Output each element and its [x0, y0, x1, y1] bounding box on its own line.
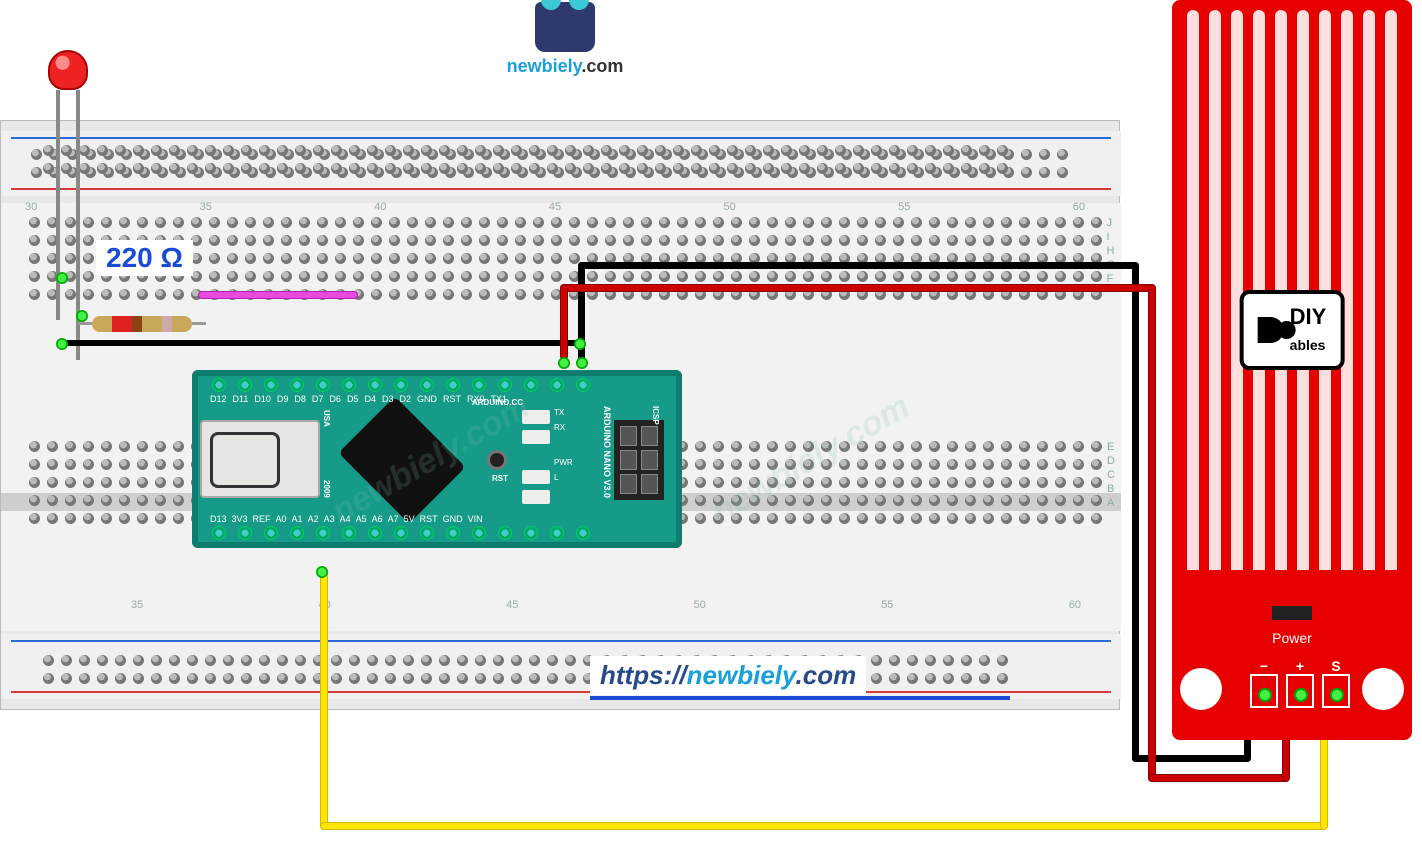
resistor-wire-left	[78, 322, 92, 325]
black-wire-to-sensor-v2	[1132, 262, 1139, 762]
red-wire-to-sensor-v1	[560, 284, 568, 360]
l-led-icon	[522, 490, 550, 504]
arduino-model-label: ARDUINO NANO V3.0	[602, 406, 612, 498]
sensor-brand-label: DIY ables	[1240, 290, 1345, 370]
icsp-label: ICSP	[651, 406, 660, 425]
logo-text-tld: .com	[581, 56, 623, 76]
owl-icon	[535, 2, 595, 52]
pwr-led-icon	[522, 470, 550, 484]
rx-led-icon	[522, 430, 550, 444]
endpoint	[56, 272, 68, 284]
col-numbers-bot: 35 40 45 50 55 60	[131, 599, 1081, 611]
bottom-pin-labels: D13 3V3 REF A0 A1 A2 A3 A4 A5 A6 A7 5V R…	[210, 514, 483, 524]
diyables-logo-icon	[1258, 317, 1284, 343]
logo-text-main: newbiely	[507, 56, 582, 76]
led-leg-anode	[56, 90, 60, 320]
led-bulb-icon	[48, 50, 88, 90]
nano-top-pins	[212, 378, 590, 392]
endpoint	[76, 310, 88, 322]
yellow-wire-h1	[320, 822, 1326, 830]
arduino-nano: ARDUINO.CC ARDUINO NANO V3.0 ICSP USA 20…	[192, 370, 682, 548]
usb-port-icon	[200, 420, 320, 498]
endpoint	[574, 338, 586, 350]
col-numbers-top: 30 35 40 45 50 55 60	[25, 201, 1085, 213]
row-letters-lower: E D C B A	[1107, 441, 1115, 509]
endpoint	[316, 566, 328, 578]
sensor-pad-signal: S	[1322, 674, 1350, 708]
reset-button[interactable]	[487, 450, 507, 470]
rst-btn-label: RST	[492, 474, 508, 483]
tx-led-icon	[522, 410, 550, 424]
red-wire-to-sensor-v2	[1148, 284, 1156, 782]
red-wire-to-sensor-h1	[560, 284, 1155, 292]
hole-grid-rail-top	[43, 145, 1012, 178]
sensor-pad-minus: −	[1250, 674, 1278, 708]
year-label: 2009	[322, 480, 331, 498]
hole-grid-rail-bot	[43, 655, 1012, 688]
red-wire-to-sensor-h2	[1148, 774, 1288, 782]
mcu-chip-icon	[338, 396, 465, 523]
sensor-power-label: Power	[1272, 630, 1312, 646]
resistor-220-ohm	[92, 316, 192, 332]
top-pin-labels: D12 D11 D10 D9 D8 D7 D6 D5 D4 D3 D2 GND …	[210, 394, 507, 404]
endpoint	[576, 357, 588, 369]
pink-jumper-wire	[198, 291, 358, 299]
black-wire-to-sensor-h1	[578, 262, 1138, 269]
yellow-wire-v1	[320, 570, 328, 830]
url-underline	[590, 696, 1010, 700]
resistor-wire-right	[192, 322, 206, 325]
black-wire-led-gnd	[60, 340, 580, 346]
sensor-pin-pads: − + S	[1250, 674, 1350, 708]
usa-label: USA	[322, 410, 331, 427]
site-logo: newbiely.com	[490, 2, 640, 77]
resistor-value-label: 220 Ω	[96, 240, 193, 276]
source-url[interactable]: https://newbiely.com	[590, 656, 866, 695]
icsp-header	[614, 420, 664, 500]
red-led	[48, 50, 98, 140]
internal-led-labels: TX RX PWR L	[554, 408, 573, 482]
endpoint	[56, 338, 68, 350]
nano-bottom-pins	[212, 526, 590, 540]
endpoint	[558, 357, 570, 369]
sensor-switch-icon	[1272, 606, 1312, 620]
water-level-sensor: DIY ables Power − + S	[1172, 0, 1412, 740]
sensor-pad-plus: +	[1286, 674, 1314, 708]
row-letters-upper: J I H G F	[1106, 217, 1115, 285]
